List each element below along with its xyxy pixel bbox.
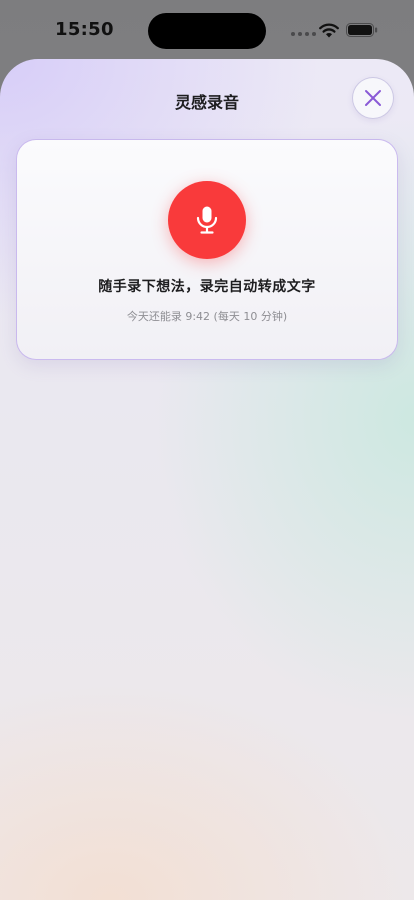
record-button[interactable] [168,181,246,259]
wifi-icon [319,23,339,38]
battery-icon [346,23,378,37]
inspiration-recording-sheet: 灵感录音 随手录下想法，录完自动转成文字 今天还能录 9:42 (每天 10 分… [0,59,414,900]
cellular-signal-icon [291,32,316,36]
status-time: 15:50 [55,19,114,40]
close-button[interactable] [352,77,394,119]
recording-quota-text: 今天还能录 9:42 (每天 10 分钟) [126,310,288,323]
close-icon [365,90,381,106]
recorder-headline: 随手录下想法，录完自动转成文字 [98,279,316,295]
status-bar: 15:50 [0,0,414,60]
microphone-icon [196,206,218,234]
dynamic-island [148,13,266,49]
recorder-card: 随手录下想法，录完自动转成文字 今天还能录 9:42 (每天 10 分钟) [16,139,398,360]
